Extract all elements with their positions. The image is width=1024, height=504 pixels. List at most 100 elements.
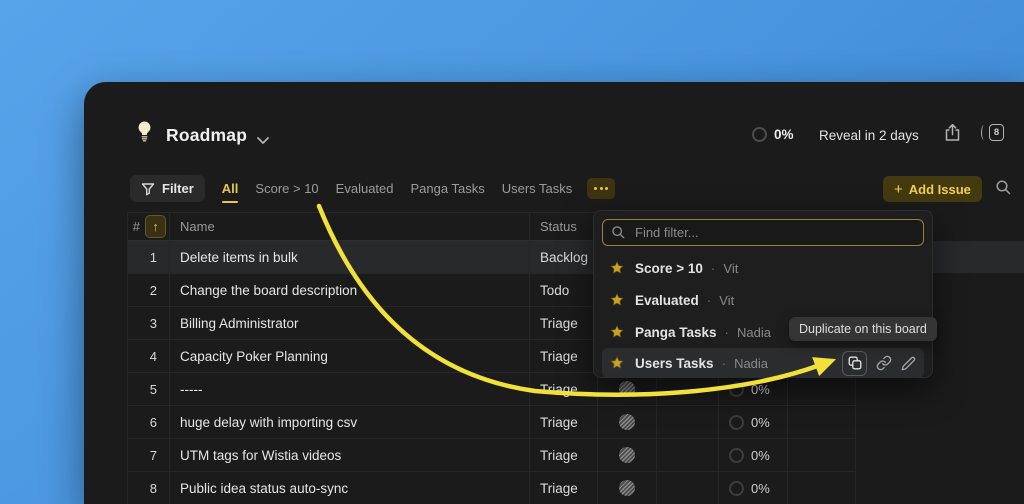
progress-value: 0% — [774, 127, 794, 142]
assignee-avatar-icon[interactable] — [619, 381, 635, 397]
row-progress: 0% — [751, 414, 770, 430]
filter-search-input[interactable] — [633, 224, 915, 241]
progress-ring-icon — [729, 447, 744, 463]
issue-name[interactable]: Capacity Poker Planning — [170, 340, 530, 372]
status-column-header[interactable]: Status — [530, 213, 598, 240]
row-number: 7 — [127, 439, 170, 471]
saved-filter-score-gt-10[interactable]: Score > 10 · Vit — [602, 252, 924, 284]
tab-users-tasks[interactable]: Users Tasks — [502, 181, 573, 196]
issue-name[interactable]: Public idea status auto-sync — [170, 472, 530, 504]
add-issue-button[interactable]: + Add Issue — [883, 176, 982, 202]
progress-ring-icon — [752, 127, 767, 142]
copy-link-button[interactable] — [876, 355, 892, 371]
separator-dot: · — [706, 292, 712, 308]
number-column-header[interactable]: # — [133, 219, 140, 234]
tooltip: Duplicate on this board — [789, 317, 937, 341]
row-number: 1 — [127, 241, 170, 273]
tab-score-gt-10[interactable]: Score > 10 — [255, 181, 318, 196]
filter-button-label: Filter — [162, 181, 194, 196]
assignee-avatar-icon[interactable] — [619, 480, 635, 496]
row-number: 5 — [127, 373, 170, 405]
add-issue-label: Add Issue — [908, 181, 971, 197]
row-number: 2 — [127, 274, 170, 306]
progress-ring-icon — [729, 381, 744, 397]
table-row[interactable]: 8 Public idea status auto-sync Triage 0% — [127, 472, 856, 504]
name-column-header[interactable]: Name — [170, 213, 530, 240]
star-icon — [610, 356, 624, 370]
page-title: Roadmap — [166, 125, 248, 145]
more-options-icon — [594, 187, 598, 190]
issue-name[interactable]: Change the board description — [170, 274, 530, 306]
saved-filter-evaluated[interactable]: Evaluated · Vit — [602, 284, 924, 316]
badge-arc — [981, 125, 987, 140]
table-row[interactable]: 6 huge delay with importing csv Triage 0… — [127, 406, 856, 439]
filter-button[interactable]: Filter — [130, 175, 205, 202]
status-cell[interactable]: Backlog — [530, 241, 598, 273]
saved-filter-author: Nadia — [737, 324, 772, 340]
lightbulb-icon — [136, 120, 153, 151]
search-icon[interactable] — [995, 179, 1012, 201]
assignee-avatar-icon[interactable] — [619, 414, 635, 430]
row-number: 8 — [127, 472, 170, 504]
row-progress: 0% — [751, 447, 770, 463]
table-row[interactable]: 7 UTM tags for Wistia videos Triage 0% — [127, 439, 856, 472]
tab-evaluated[interactable]: Evaluated — [336, 181, 394, 196]
saved-filter-author: Vit — [719, 292, 735, 308]
row-number: 6 — [127, 406, 170, 438]
app-window: Roadmap 0% Reveal in 2 days 8 Filter All — [84, 82, 1024, 504]
star-icon — [610, 261, 624, 275]
desktop-background: Roadmap 0% Reveal in 2 days 8 Filter All — [0, 0, 1024, 504]
star-icon — [610, 293, 624, 307]
saved-filter-label: Panga Tasks — [635, 324, 717, 340]
issue-name[interactable]: Delete items in bulk — [170, 241, 530, 273]
share-icon[interactable] — [944, 123, 961, 147]
row-number: 4 — [127, 340, 170, 372]
stack-badge-icon[interactable]: 8 — [981, 124, 1004, 141]
duplicate-button[interactable] — [842, 350, 867, 376]
plus-icon: + — [894, 180, 903, 198]
status-cell[interactable]: Triage — [530, 307, 598, 339]
assignee-avatar-icon[interactable] — [619, 447, 635, 463]
progress-ring-icon — [729, 414, 744, 430]
filter-actions — [842, 350, 916, 376]
saved-filters-dropdown: Score > 10 · Vit Evaluated · Vit Panga T… — [593, 210, 933, 378]
search-icon — [612, 226, 625, 239]
saved-filter-label: Evaluated — [635, 292, 699, 308]
chevron-down-icon[interactable] — [256, 132, 270, 150]
status-cell[interactable]: Triage — [530, 472, 598, 504]
status-cell[interactable]: Triage — [530, 439, 598, 471]
row-number: 3 — [127, 307, 170, 339]
status-cell[interactable]: Triage — [530, 406, 598, 438]
sort-ascending-icon[interactable]: ↑ — [145, 215, 166, 238]
saved-filters-list: Score > 10 · Vit Evaluated · Vit Panga T… — [602, 252, 924, 378]
saved-filter-author: Nadia — [734, 355, 769, 371]
board-progress: 0% — [752, 127, 794, 142]
saved-filter-label: Users Tasks — [635, 355, 714, 371]
row-progress: 0% — [751, 480, 770, 496]
filter-bar: Filter All Score > 10 Evaluated Panga Ta… — [130, 175, 616, 203]
link-icon — [876, 355, 892, 371]
reveal-countdown: Reveal in 2 days — [819, 128, 919, 143]
separator-dot: · — [724, 324, 730, 340]
saved-filter-label: Score > 10 — [635, 260, 703, 276]
issue-name[interactable]: ----- — [170, 373, 530, 405]
progress-ring-icon — [729, 480, 744, 496]
duplicate-icon — [848, 356, 861, 370]
status-cell[interactable]: Todo — [530, 274, 598, 306]
saved-filter-users-tasks[interactable]: Users Tasks · Nadia — [602, 348, 924, 378]
row-progress: 0% — [751, 381, 770, 397]
filter-search-box[interactable] — [602, 219, 924, 246]
separator-dot: · — [710, 260, 716, 276]
tab-all[interactable]: All — [221, 181, 238, 203]
issue-name[interactable]: UTM tags for Wistia videos — [170, 439, 530, 471]
more-options-button[interactable] — [587, 178, 616, 199]
status-cell[interactable]: Triage — [530, 340, 598, 372]
edit-button[interactable] — [901, 356, 916, 371]
issue-name[interactable]: huge delay with importing csv — [170, 406, 530, 438]
saved-filter-author: Vit — [723, 260, 739, 276]
issue-name[interactable]: Billing Administrator — [170, 307, 530, 339]
status-cell[interactable]: Triage — [530, 373, 598, 405]
tab-panga-tasks[interactable]: Panga Tasks — [411, 181, 485, 196]
badge-count: 8 — [989, 124, 1004, 141]
separator-dot: · — [721, 355, 727, 371]
